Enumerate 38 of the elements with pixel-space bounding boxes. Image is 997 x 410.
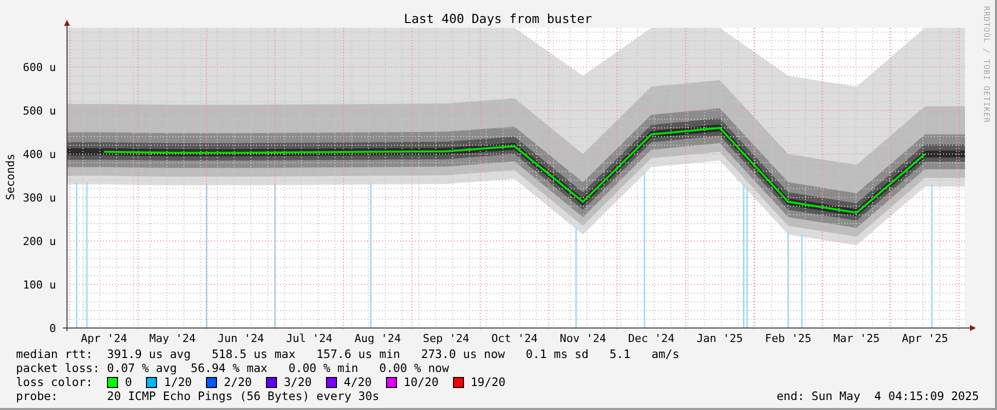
probe-text: 20 ICMP Echo Pings (56 Bytes) every 30s — [107, 389, 380, 403]
stat-values: 0.07 % avg 56.94 % max 0.00 % min 0.00 % now — [107, 361, 450, 375]
y-tick-label: 100 u — [22, 278, 56, 292]
x-tick-label: Oct '24 — [491, 332, 538, 344]
stat-label: packet loss: — [16, 361, 101, 375]
x-tick-label: Jul '24 — [286, 332, 332, 344]
x-tick-label: Apr '24 — [80, 332, 128, 344]
x-tick-label: Nov '24 — [560, 332, 606, 344]
loss-label: 0 — [125, 375, 132, 389]
loss-label: 19/20 — [470, 375, 506, 389]
loss-label: 1/20 — [164, 375, 192, 389]
y-axis-label: Seconds — [4, 154, 17, 200]
x-tick-label: Apr '25 — [902, 332, 948, 344]
loss-label: 2/20 — [224, 375, 252, 389]
end-time: end: Sun May 4 04:15:09 2025 — [776, 389, 979, 403]
stat-label: loss color: — [16, 375, 94, 389]
stat-label: probe: — [16, 389, 59, 403]
loss-label: 4/20 — [344, 375, 372, 389]
x-tick-label: Jun '24 — [218, 332, 264, 344]
credit-text: RRDTOOL / TOBI OETIKER — [982, 6, 991, 123]
chart-title: Last 400 Days from buster — [404, 11, 592, 26]
x-tick-label: Mar '25 — [833, 332, 880, 344]
y-tick-label: 0 — [49, 322, 56, 335]
x-tick-label: Sep '24 — [422, 332, 470, 344]
y-tick-label: 200 u — [22, 235, 56, 248]
y-tick-label: 600 u — [22, 61, 56, 74]
x-tick-label: Jan '25 — [696, 332, 743, 344]
x-tick-label: May '24 — [149, 332, 196, 344]
stat-values: 391.9 us avg 518.5 us max 157.6 us min 273.0 us now 0.1 ms sd 5.1 am/s — [107, 347, 680, 361]
x-tick-label: Dec '24 — [628, 332, 675, 344]
x-tick-label: Aug '24 — [354, 332, 401, 344]
loss-label: 10/20 — [404, 375, 439, 389]
x-tick-label: Feb '25 — [764, 332, 812, 344]
y-tick-label: 400 u — [22, 148, 56, 161]
loss-label: 3/20 — [284, 375, 312, 389]
stat-label: median rtt: — [16, 347, 94, 361]
y-tick-label: 500 u — [22, 104, 56, 118]
y-tick-label: 300 u — [22, 192, 56, 204]
